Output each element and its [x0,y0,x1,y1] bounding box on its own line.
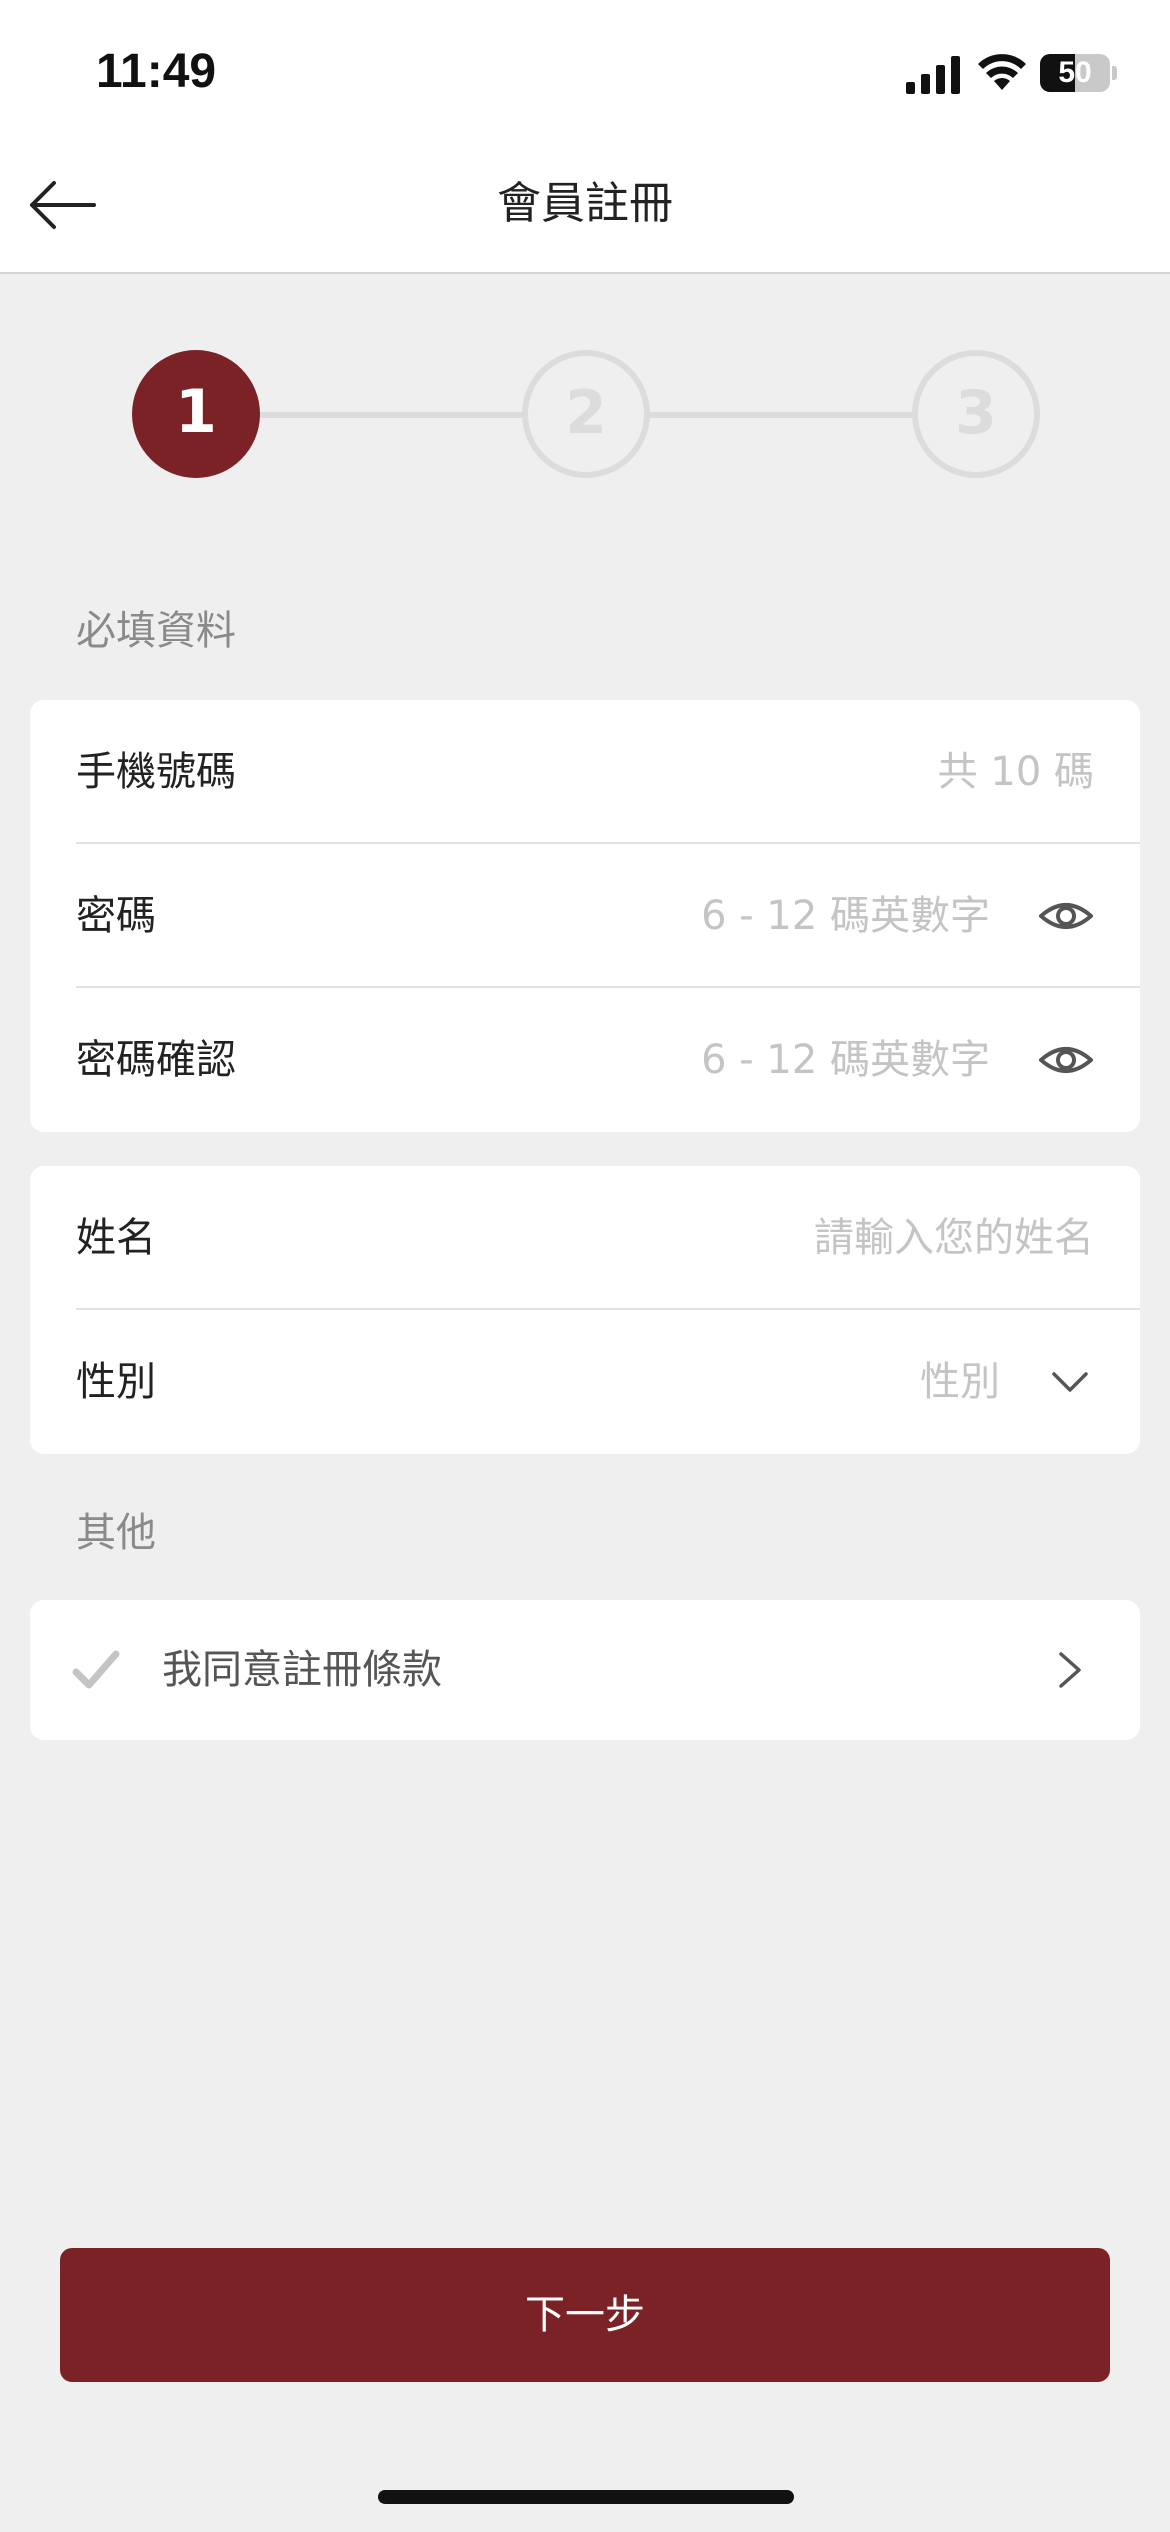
chevron-down-icon[interactable] [1050,1364,1090,1400]
check-icon[interactable] [72,1648,120,1692]
step-3: 3 [912,350,1040,478]
password-row: 密碼 [30,844,1140,988]
name-row: 姓名 [30,1166,1140,1310]
password-confirm-label: 密碼確認 [76,1037,236,1083]
name-input[interactable] [394,1206,1094,1270]
eye-icon[interactable] [1038,890,1094,942]
page-title: 會員註冊 [497,178,673,229]
phone-row: 手機號碼 [30,700,1140,844]
step-connector [250,412,530,418]
profile-card: 姓名 性別 性別 [30,1166,1140,1454]
password-label: 密碼 [76,893,156,939]
step-1: 1 [132,350,260,478]
wifi-icon [978,54,1026,90]
battery-cap [1112,66,1117,80]
account-card: 手機號碼 密碼 密碼確認 [30,700,1140,1132]
terms-row[interactable]: 我同意註冊條款 [30,1600,1140,1740]
terms-card: 我同意註冊條款 [30,1600,1140,1740]
name-label: 姓名 [76,1215,156,1261]
step-2: 2 [522,350,650,478]
gender-select[interactable]: 性別 [920,1310,1000,1454]
gender-label: 性別 [76,1359,156,1405]
phone-input[interactable] [394,740,1094,804]
phone-label: 手機號碼 [76,749,236,795]
section-label-other: 其他 [76,1510,156,1556]
section-label-required: 必填資料 [76,608,236,654]
next-step-button[interactable]: 下一步 [60,2248,1110,2382]
status-time: 11:49 [96,45,217,98]
eye-icon[interactable] [1038,1034,1094,1086]
terms-label: 我同意註冊條款 [162,1647,442,1693]
registration-stepper: 1 2 3 [0,340,1170,490]
cellular-signal-icon [906,56,960,94]
gender-row[interactable]: 性別 性別 [30,1310,1140,1454]
password-confirm-row: 密碼確認 [30,988,1140,1132]
password-confirm-input[interactable] [430,1028,990,1092]
status-bar: 11:49 50 [0,0,1170,140]
home-indicator [378,2490,794,2504]
chevron-right-icon[interactable] [1056,1650,1084,1690]
battery-icon: 50 [1040,54,1110,92]
step-connector [640,412,920,418]
password-input[interactable] [430,884,990,948]
nav-bar: 會員註冊 [0,140,1170,274]
battery-percent: 50 [1058,56,1092,89]
